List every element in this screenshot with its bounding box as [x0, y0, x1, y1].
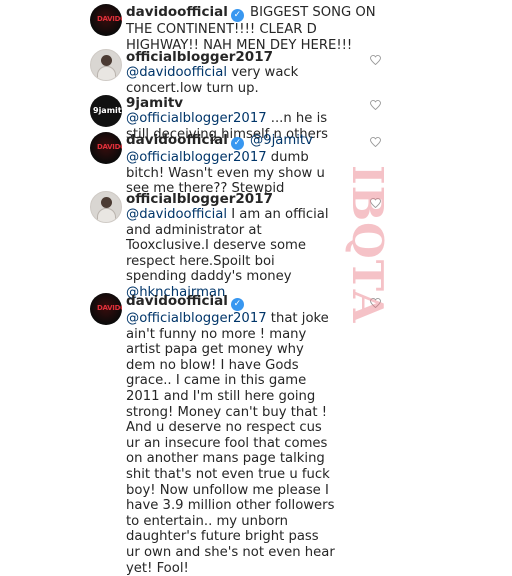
mention-link[interactable]: @officialblogger2017 [126, 150, 267, 165]
comment-text: on another mans page talking [126, 451, 325, 467]
mention-link[interactable]: @davidoofficial [126, 207, 227, 222]
comment-text: shit that's not even true u fuck [126, 466, 330, 482]
comment-username[interactable]: davidoofficial [126, 293, 228, 309]
comment-text: strong! Money can't buy that ! [126, 404, 328, 420]
avatar[interactable]: DAVIDO [90, 4, 122, 36]
watermark: IBQTA [343, 165, 392, 324]
comment-text: bitch! Wasn't even my show u [126, 165, 325, 181]
avatar[interactable]: DAVIDO [90, 293, 122, 325]
comment-text: THE CONTINENT!!!! CLEAR D [126, 22, 317, 37]
verified-badge-icon: ✓ [230, 137, 244, 150]
comment-text: Tooxclusive.I deserve some [126, 238, 307, 254]
mention-link[interactable]: @davidoofficial [126, 65, 227, 80]
comment-text: ur own and she's not even hear [126, 544, 335, 560]
verified-badge-icon: ✓ [230, 9, 244, 22]
comment-text: dumb [266, 150, 309, 165]
comment-text: grace.. I came in this game [126, 373, 307, 389]
comment-text: and administrator at [126, 222, 262, 238]
avatar[interactable]: DAVIDO [90, 132, 122, 164]
comment-username[interactable]: 9jamitv [126, 95, 396, 111]
mention-link[interactable]: @9jamitv [250, 133, 313, 148]
comment-username[interactable]: officialblogger2017 [126, 49, 396, 65]
comment-text: ain't funny no more ! many [126, 326, 307, 342]
comment-text: spending daddy's money [126, 269, 292, 285]
like-heart-icon[interactable] [370, 55, 381, 65]
comment: officialblogger2017 @davidoofficial very… [90, 49, 396, 96]
comment-text: respect here.Spoilt boi [126, 253, 275, 269]
comment: DAVIDO davidoofficial✓ BIGGEST SONG ON T… [90, 4, 396, 53]
like-heart-icon[interactable] [370, 100, 381, 110]
comment-text: ur an insecure fool that comes [126, 435, 328, 451]
comment-text: daughter's future bright pass [126, 529, 319, 545]
comment-text: I am an official [227, 207, 329, 222]
comment-text: to entertain.. my unborn [126, 513, 289, 529]
verified-badge-icon: ✓ [230, 298, 244, 311]
comment-text: very wack [227, 65, 299, 80]
comment-text: 2011 and I'm still here going [126, 388, 316, 404]
comment-text: And u deserve no respect cus [126, 420, 322, 436]
comment-text: yet! Fool! [126, 560, 189, 576]
comment-text: boy! Now unfollow me please I [126, 482, 329, 498]
comment-text: have 3.9 million other followers [126, 498, 335, 514]
avatar[interactable]: 9jamitv [90, 95, 122, 127]
comment-username[interactable]: davidoofficial [126, 132, 228, 148]
comment-text: ...n he is [266, 111, 328, 126]
mention-link[interactable]: @officialblogger2017 [126, 311, 267, 326]
comment-username[interactable]: davidoofficial [126, 4, 228, 20]
avatar[interactable] [90, 191, 122, 223]
comment-text: BIGGEST SONG ON [250, 5, 376, 20]
comment-text: concert.low turn up. [126, 80, 259, 96]
like-heart-icon[interactable] [370, 137, 381, 147]
mention-link[interactable]: @officialblogger2017 [126, 111, 267, 126]
comment-text: artist papa get money why [126, 342, 304, 358]
comment-text: that joke [266, 311, 329, 326]
comment-text: dem no blow! I have Gods [126, 357, 299, 373]
avatar[interactable] [90, 49, 122, 81]
